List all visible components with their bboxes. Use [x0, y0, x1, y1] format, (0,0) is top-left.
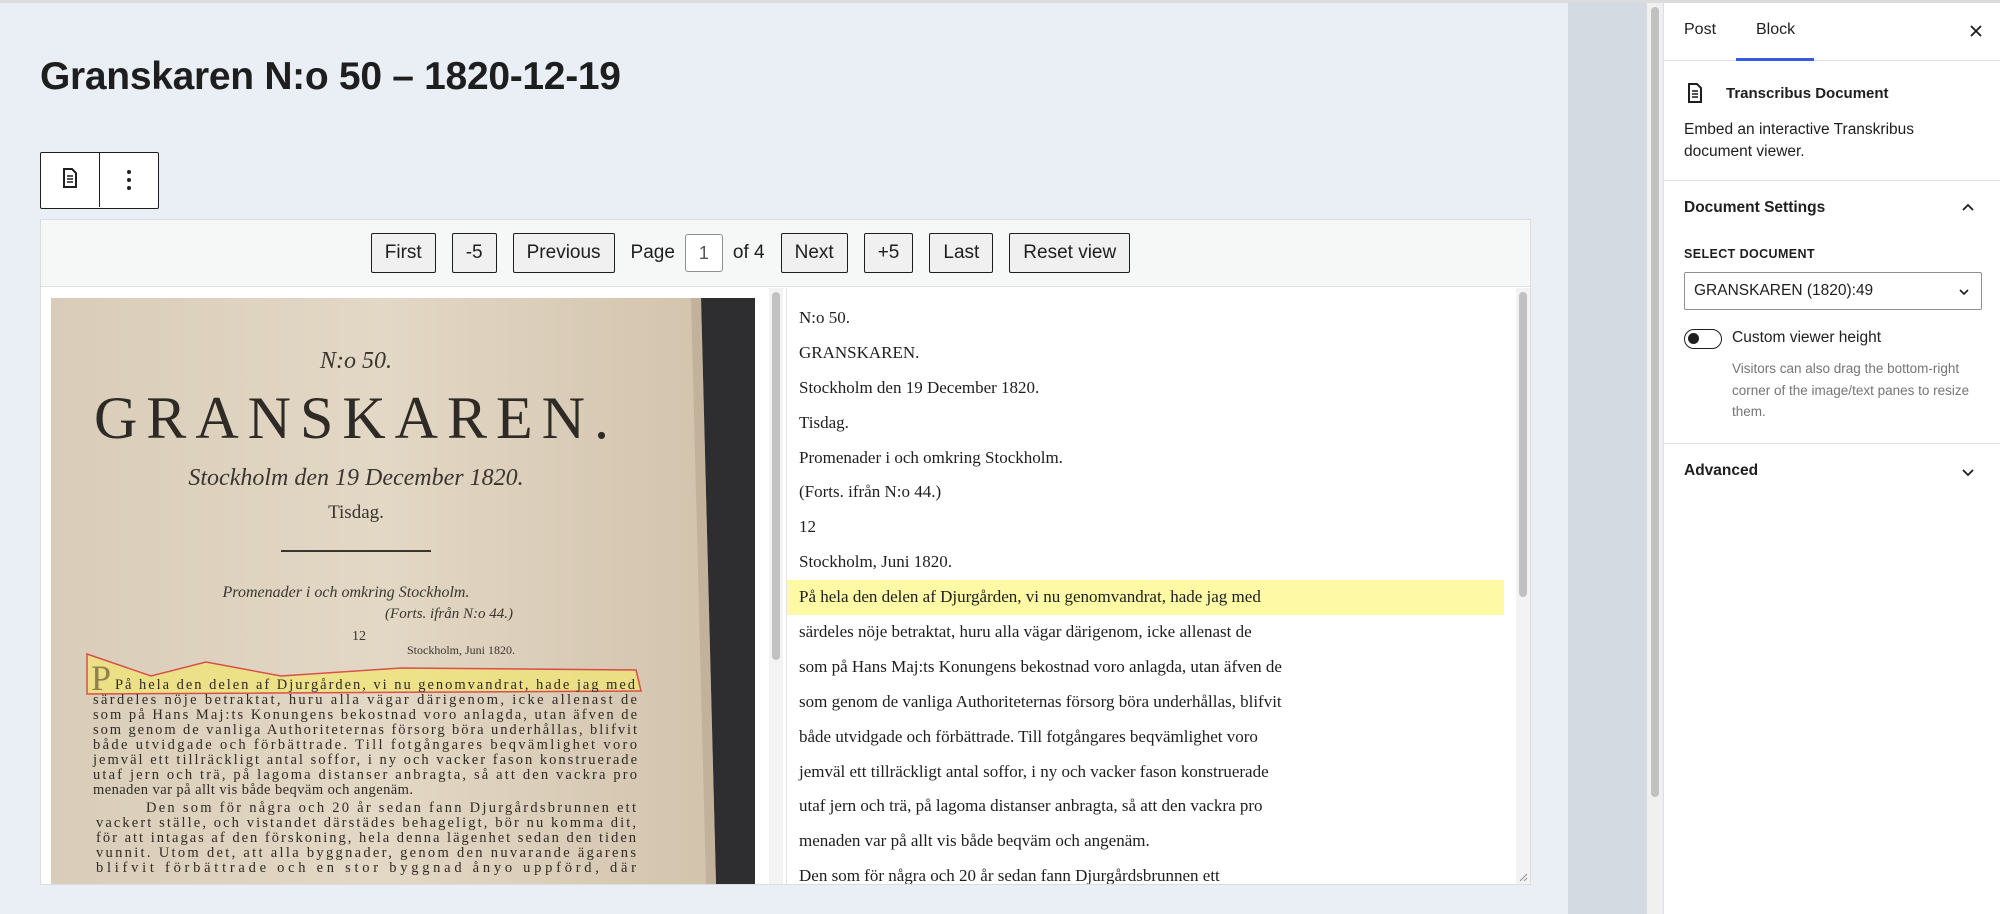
- select-document-label: SELECT DOCUMENT: [1684, 247, 1815, 261]
- image-pane-scrollbar[interactable]: [769, 288, 783, 884]
- document-select-value: GRANSKAREN (1820):49: [1694, 282, 1874, 299]
- transcript-line[interactable]: särdeles nöje betraktat, huru alla vägar…: [787, 615, 1504, 650]
- scan-dateline: Stockholm den 19 December 1820.: [188, 465, 523, 491]
- document-icon: [61, 167, 79, 193]
- transcript-line[interactable]: jemväl ett tillräckligt antal soffor, i …: [787, 755, 1504, 790]
- scan-body-line: vackert ställe, och vistandet därstädes …: [96, 815, 636, 831]
- block-title: Transcribus Document: [1726, 85, 1889, 102]
- reset-view-button[interactable]: Reset view: [1009, 233, 1131, 273]
- scan-place: Stockholm, Juni 1820.: [407, 643, 515, 657]
- transcript-line[interactable]: N:o 50.: [787, 301, 1504, 336]
- tab-block[interactable]: Block: [1756, 21, 1795, 39]
- last-page-button[interactable]: Last: [929, 233, 994, 273]
- document-settings-toggle[interactable]: Document Settings: [1684, 199, 1825, 217]
- custom-height-toggle[interactable]: [1684, 329, 1722, 349]
- editor-scroll-thumb[interactable]: [1651, 7, 1659, 797]
- page-total: of 4: [732, 242, 765, 263]
- section-divider: [1664, 443, 2000, 444]
- transcript-line[interactable]: utaf jern och trä, på lagoma distanser a…: [787, 789, 1504, 824]
- block-card: Transcribus Document Embed an interactiv…: [1664, 61, 2000, 181]
- scan-weekday: Tisdag.: [328, 502, 384, 523]
- transcript-line[interactable]: Stockholm den 19 December 1820.: [787, 371, 1504, 406]
- sidebar-tabs: Post Block: [1664, 3, 2000, 61]
- transcript-line[interactable]: Promenader i och omkring Stockholm.: [787, 441, 1504, 476]
- block-type-button[interactable]: [41, 153, 99, 207]
- tab-post[interactable]: Post: [1684, 21, 1716, 39]
- forward-5-button[interactable]: +5: [863, 233, 914, 273]
- viewer-navigation: First -5 Previous Page 1 of 4 Next +5 La…: [41, 220, 1530, 287]
- transcript-line[interactable]: Den som för några och 20 år sedan fann D…: [787, 859, 1504, 884]
- newspaper-scan[interactable]: N:o 50. GRANSKAREN. Stockholm den 19 Dec…: [51, 298, 755, 884]
- page-label: Page: [630, 242, 675, 263]
- scan-issue: N:o 50.: [319, 348, 392, 374]
- viewer-panes: N:o 50. GRANSKAREN. Stockholm den 19 Dec…: [41, 288, 1530, 884]
- page-number-input[interactable]: 1: [684, 234, 723, 272]
- chevron-down-icon[interactable]: [1960, 464, 1976, 480]
- chevron-up-icon[interactable]: [1960, 199, 1976, 215]
- next-page-button[interactable]: Next: [780, 233, 848, 273]
- image-scroll-thumb[interactable]: [772, 292, 780, 660]
- custom-height-label[interactable]: Custom viewer height: [1732, 329, 1881, 347]
- scan-body-line: som på Hans Maj:ts Konungens bekostnad v…: [93, 707, 637, 723]
- transcript-line[interactable]: både utvidgade och förbättrade. Till fot…: [787, 720, 1504, 755]
- document-icon: [1686, 83, 1704, 108]
- transcript-line[interactable]: menaden var på allt vis både beqväm och …: [787, 824, 1504, 859]
- scan-body-line: menaden var på allt vis både beqväm och …: [93, 782, 413, 798]
- custom-height-help: Visitors can also drag the bottom-right …: [1732, 361, 1970, 419]
- scan-masthead: GRANSKAREN.: [94, 385, 618, 451]
- document-select[interactable]: GRANSKAREN (1820):49: [1684, 272, 1982, 310]
- transcript-pane-scrollbar[interactable]: [1516, 288, 1530, 884]
- previous-page-button[interactable]: Previous: [512, 233, 615, 273]
- transcript-line[interactable]: som genom de vanliga Authoriteternas för…: [787, 685, 1504, 720]
- block-description: Embed an interactive Transkribus documen…: [1684, 121, 1915, 160]
- advanced-toggle[interactable]: Advanced: [1684, 462, 1758, 480]
- transcript-scroll-thumb[interactable]: [1519, 292, 1527, 597]
- scan-headline: Promenader i och omkring Stockholm.: [222, 584, 470, 601]
- block-options-button[interactable]: [99, 153, 157, 207]
- transkribus-viewer: First -5 Previous Page 1 of 4 Next +5 La…: [40, 219, 1531, 885]
- first-page-button[interactable]: First: [370, 233, 436, 273]
- transcript-line[interactable]: Stockholm, Juni 1820.: [787, 545, 1504, 580]
- page-indicator: Page 1 of 4: [631, 234, 765, 272]
- back-5-button[interactable]: -5: [451, 233, 497, 273]
- scan-body-line: vunnit. Utom det, att alla byggnader, ge…: [96, 845, 636, 861]
- scan-continued: (Forts. ifrån N:o 44.): [385, 606, 513, 622]
- kebab-vertical-icon: [126, 170, 131, 190]
- transcript-line-highlighted[interactable]: På hela den delen af Djurgården, vi nu g…: [787, 580, 1504, 616]
- resize-grip-icon[interactable]: [1518, 872, 1528, 882]
- scan-image-pane[interactable]: N:o 50. GRANSKAREN. Stockholm den 19 Dec…: [51, 298, 755, 884]
- settings-sidebar: Post Block Transcribus Document Embed an…: [1663, 3, 2000, 914]
- block-toolbar: [40, 152, 159, 209]
- transcript-line[interactable]: (Forts. ifrån N:o 44.): [787, 475, 1504, 510]
- page-title[interactable]: Granskaren N:o 50 – 1820-12-19: [40, 55, 621, 99]
- transcript-line[interactable]: GRANSKAREN.: [787, 336, 1504, 371]
- transcript-line[interactable]: som på Hans Maj:ts Konungens bekostnad v…: [787, 650, 1504, 685]
- scan-number: 12: [352, 629, 366, 644]
- transcript-line[interactable]: Tisdag.: [787, 406, 1504, 441]
- close-icon[interactable]: [1966, 21, 1986, 41]
- transcript-line[interactable]: 12: [787, 510, 1504, 545]
- toggle-knob: [1688, 333, 1699, 344]
- transcript-pane: N:o 50. GRANSKAREN. Stockholm den 19 Dec…: [786, 288, 1516, 884]
- canvas-gutter: [1568, 3, 1646, 914]
- scan-body-line: jemväl ett tillräckligt antal soffor, i …: [92, 752, 637, 768]
- editor-scrollbar[interactable]: [1646, 3, 1662, 914]
- chevron-down-icon: [1959, 289, 1969, 296]
